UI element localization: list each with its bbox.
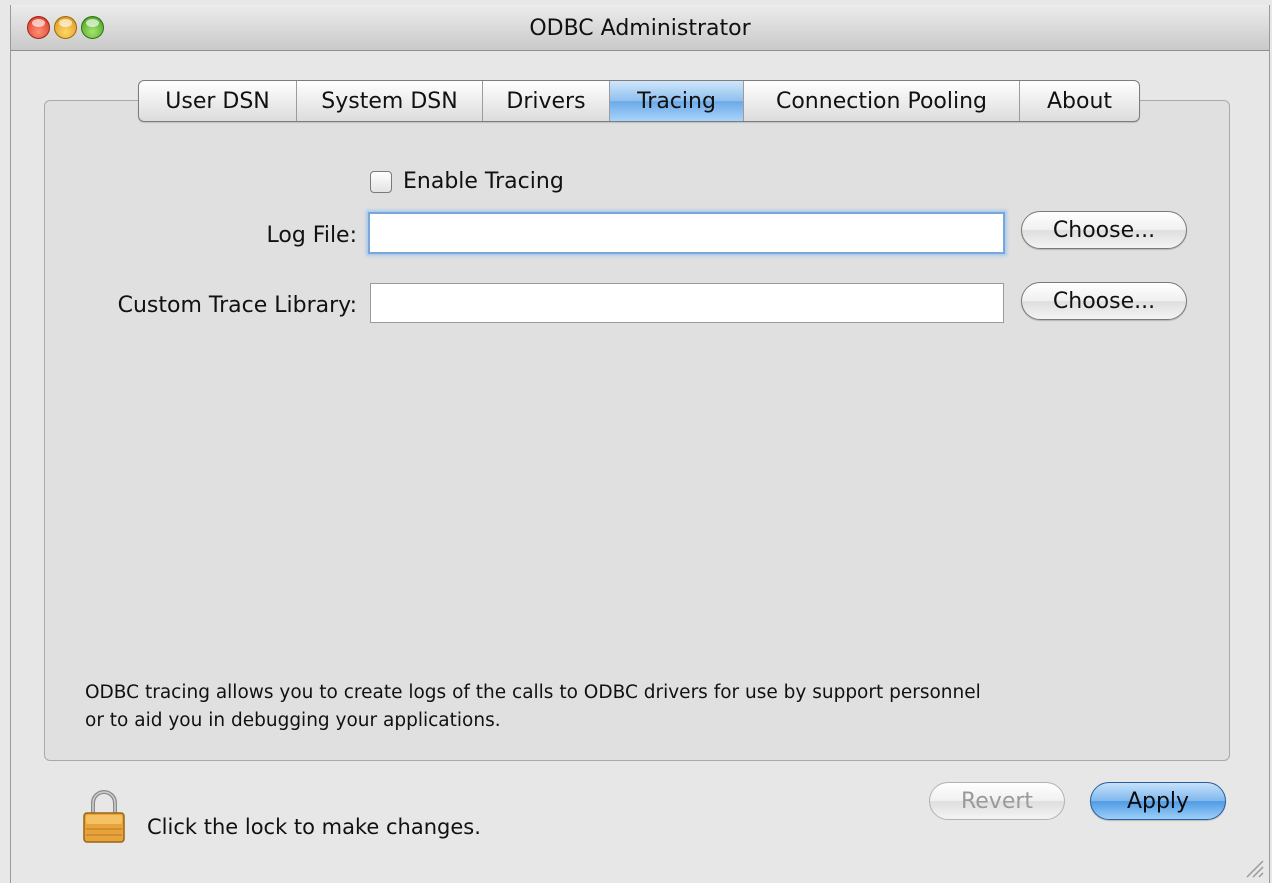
tab-tracing[interactable]: Tracing xyxy=(610,81,744,121)
lock-message: Click the lock to make changes. xyxy=(147,815,481,839)
help-line-1: ODBC tracing allows you to create logs o… xyxy=(85,682,981,703)
tab-system-dsn[interactable]: System DSN xyxy=(297,81,483,121)
enable-tracing-checkbox[interactable] xyxy=(370,171,392,193)
log-file-input[interactable] xyxy=(368,212,1005,254)
log-file-choose-button[interactable]: Choose... xyxy=(1021,211,1187,249)
enable-tracing-label[interactable]: Enable Tracing xyxy=(403,169,564,194)
tab-drivers[interactable]: Drivers xyxy=(483,81,610,121)
odbc-administrator-window: ODBC Administrator User DSN System DSN D… xyxy=(10,5,1270,883)
tracing-help-text: ODBC tracing allows you to create logs o… xyxy=(85,679,1105,735)
tab-content-panel xyxy=(44,100,1230,761)
log-file-label: Log File: xyxy=(266,223,357,248)
custom-trace-choose-button[interactable]: Choose... xyxy=(1021,282,1187,320)
help-line-2: or to aid you in debugging your applicat… xyxy=(85,710,501,731)
tab-about[interactable]: About xyxy=(1020,81,1139,121)
custom-trace-library-label: Custom Trace Library: xyxy=(117,293,357,318)
custom-trace-library-input[interactable] xyxy=(370,283,1004,323)
apply-button[interactable]: Apply xyxy=(1090,782,1226,820)
tab-bar: User DSN System DSN Drivers Tracing Conn… xyxy=(138,80,1140,122)
revert-button[interactable]: Revert xyxy=(929,782,1065,820)
tab-user-dsn[interactable]: User DSN xyxy=(139,81,297,121)
tab-connection-pooling[interactable]: Connection Pooling xyxy=(744,81,1020,121)
window-title: ODBC Administrator xyxy=(529,16,751,41)
resize-grip-icon[interactable] xyxy=(1243,857,1265,879)
lock-icon[interactable] xyxy=(82,788,126,844)
title-bar[interactable]: ODBC Administrator xyxy=(11,5,1269,51)
